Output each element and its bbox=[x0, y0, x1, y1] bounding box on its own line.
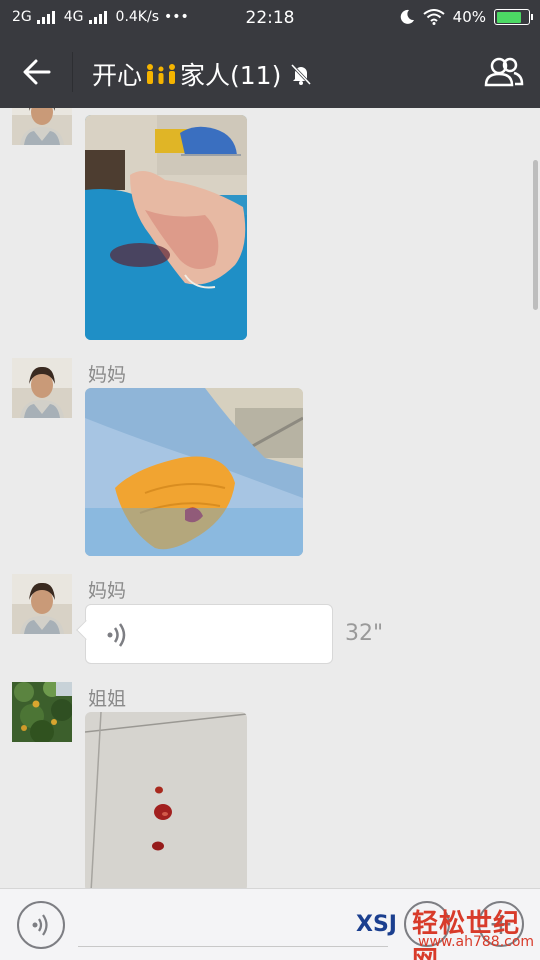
voice-input-toggle-button[interactable] bbox=[17, 901, 65, 949]
title-divider bbox=[72, 52, 73, 92]
people-icon bbox=[484, 57, 524, 87]
voice-wave-icon bbox=[107, 623, 126, 647]
sender-name: 妈妈 bbox=[88, 580, 127, 602]
sender-name: 姐姐 bbox=[88, 688, 127, 710]
chat-title-part1: 开心 bbox=[92, 61, 143, 90]
watermark-logo: XSJ bbox=[356, 912, 397, 937]
voice-bubble[interactable] bbox=[76, 604, 333, 664]
wifi-icon bbox=[423, 9, 445, 25]
title-bar: 开心 家人(11) bbox=[0, 36, 540, 108]
image-message[interactable] bbox=[85, 115, 247, 340]
status-right: 40% bbox=[399, 8, 533, 26]
back-button[interactable] bbox=[14, 54, 60, 90]
voice-message[interactable] bbox=[76, 604, 333, 664]
bell-off-icon bbox=[291, 63, 312, 86]
moon-icon bbox=[400, 9, 414, 24]
watermark-text: 轻松世纪网 bbox=[412, 909, 521, 960]
sender-name: 妈妈 bbox=[88, 364, 127, 386]
voice-wave-icon bbox=[32, 914, 48, 936]
image-message[interactable] bbox=[85, 712, 247, 888]
message-input[interactable] bbox=[78, 903, 388, 947]
avatar-mom[interactable] bbox=[12, 358, 72, 418]
chat-title: 开心 家人(11) bbox=[92, 56, 313, 92]
chat-title-part2: 家人(11) bbox=[180, 61, 282, 90]
battery-percent: 40% bbox=[452, 8, 486, 26]
status-bar: 2G 4G 0.4K/s ••• 22:18 40% bbox=[0, 0, 540, 36]
image-message[interactable] bbox=[85, 388, 303, 556]
chat-message-list[interactable]: 妈妈 妈妈 32" 姐姐 bbox=[0, 108, 540, 888]
bubble-tail bbox=[76, 620, 96, 640]
arrow-left-icon bbox=[23, 59, 51, 85]
watermark-url: www.ah788.com bbox=[418, 934, 535, 950]
avatar-mom[interactable] bbox=[12, 108, 72, 145]
battery-icon bbox=[494, 9, 533, 25]
family-emoji-icon bbox=[147, 64, 176, 84]
group-members-button[interactable] bbox=[482, 52, 526, 92]
voice-duration: 32" bbox=[345, 621, 384, 646]
avatar-mom[interactable] bbox=[12, 574, 72, 634]
avatar-sister[interactable] bbox=[12, 682, 72, 742]
scrollbar[interactable] bbox=[533, 160, 538, 310]
